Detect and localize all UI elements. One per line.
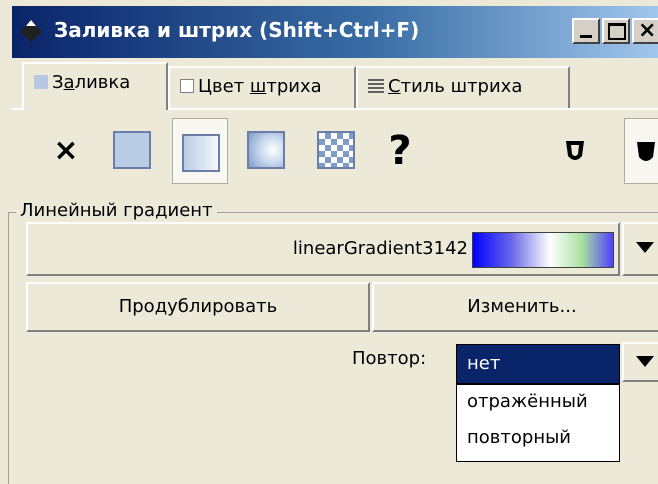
gradient-dropdown-button[interactable] xyxy=(622,222,658,276)
window-title: Заливка и штрих (Shift+Ctrl+F) xyxy=(54,18,420,42)
repeat-options-list: отражённый повторный xyxy=(456,384,620,462)
edit-gradient-button[interactable]: Изменить... xyxy=(372,282,658,332)
fill-rule-evenodd-icon[interactable] xyxy=(564,138,586,164)
flat-color-button[interactable] xyxy=(104,122,160,180)
fill-and-stroke-dialog: Заливка и штрих (Shift+Ctrl+F) × Заливка… xyxy=(0,0,658,484)
app-icon xyxy=(20,20,42,42)
close-icon: × xyxy=(638,18,657,43)
flat-color-icon xyxy=(113,131,151,169)
gradient-select[interactable]: linearGradient3142 xyxy=(26,222,620,276)
linear-gradient-icon xyxy=(182,134,220,172)
unset-paint-icon: ? xyxy=(388,128,412,174)
tab-stroke-style-label-mnemonic: С xyxy=(388,76,401,97)
tab-stroke-style-label-post: тиль штриха xyxy=(400,76,523,97)
pattern-button[interactable] xyxy=(308,122,364,180)
repeat-dropdown-button[interactable] xyxy=(622,342,658,382)
tab-stroke-style[interactable]: Стиль штриха xyxy=(356,66,570,108)
no-paint-button[interactable]: × xyxy=(38,122,94,180)
duplicate-button[interactable]: Продублировать xyxy=(26,282,370,332)
repeat-label: Повтор: xyxy=(352,348,427,369)
chevron-down-icon xyxy=(636,356,654,367)
gradient-name: linearGradient3142 xyxy=(292,238,468,259)
tab-stroke-paint[interactable]: Цвет штриха xyxy=(168,66,356,108)
stroke-paint-icon xyxy=(180,79,194,93)
paint-mode-toolbar: × ? xyxy=(12,112,658,192)
chevron-down-icon xyxy=(636,242,654,253)
tab-fill-label-mnemonic: а xyxy=(63,72,75,93)
tab-bar: Заливка Цвет штриха Стиль штриха xyxy=(12,62,658,110)
radial-gradient-icon xyxy=(247,131,285,169)
repeat-option-reflected[interactable]: отражённый xyxy=(457,385,619,421)
tab-fill-label-pre: З xyxy=(52,72,64,93)
fill-rule-nonzero-button[interactable] xyxy=(624,118,658,184)
fill-icon xyxy=(34,75,48,89)
maximize-button[interactable] xyxy=(602,18,630,44)
unset-paint-button[interactable]: ? xyxy=(372,122,428,180)
title-bar[interactable]: Заливка и штрих (Shift+Ctrl+F) × xyxy=(12,6,658,58)
linear-gradient-button[interactable] xyxy=(172,118,228,184)
close-button[interactable]: × xyxy=(632,18,658,44)
repeat-option-repeated[interactable]: повторный xyxy=(457,421,619,457)
tab-stroke-paint-label-pre: Цвет xyxy=(198,76,250,97)
pattern-icon xyxy=(317,131,355,169)
tab-fill[interactable]: Заливка xyxy=(22,62,168,110)
radial-gradient-button[interactable] xyxy=(238,122,294,180)
tab-stroke-paint-label-mnemonic: ш xyxy=(249,76,267,97)
stroke-style-icon xyxy=(368,79,384,93)
gradient-preview-swatch xyxy=(472,232,614,268)
minimize-button[interactable] xyxy=(572,18,600,44)
gradient-group-label: Линейный градиент xyxy=(16,200,217,221)
no-paint-icon: × xyxy=(53,133,79,168)
repeat-select-selected[interactable]: нет xyxy=(456,344,620,384)
fill-rule-nonzero-icon xyxy=(637,142,655,161)
tab-fill-label-post: ливка xyxy=(74,72,131,93)
tab-stroke-paint-label-post: триха xyxy=(266,76,322,97)
